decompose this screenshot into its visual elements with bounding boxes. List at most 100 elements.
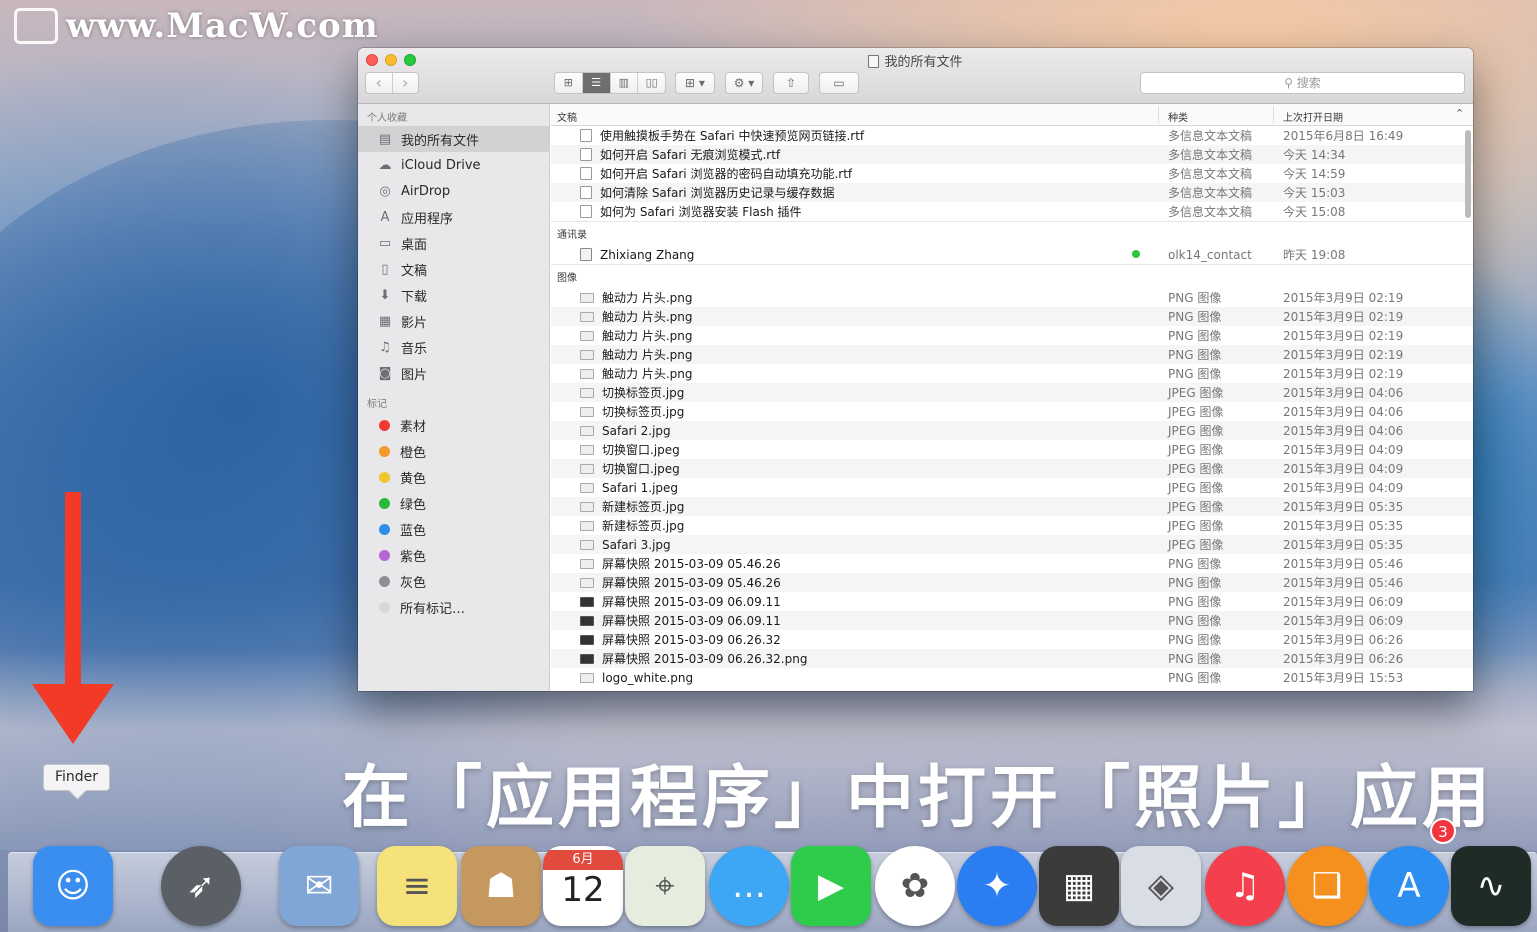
table-row[interactable]: logo_white.png PNG 图像 2015年3月9日 15:53 (551, 668, 1473, 687)
list-view-button[interactable]: ☰ (582, 73, 611, 93)
table-row[interactable]: 切换标签页.jpg JPEG 图像 2015年3月9日 04:06 (551, 383, 1473, 402)
search-input[interactable]: ⚲ 搜索 (1140, 72, 1465, 94)
file-name: 如何为 Safari 浏览器安装 Flash 插件 (600, 205, 802, 219)
sidebar-tag-4[interactable]: 蓝色 (358, 516, 549, 542)
sidebar-item-9[interactable]: ◙ 图片 (358, 360, 549, 386)
scrollbar[interactable] (1465, 130, 1471, 218)
dock-item-photos[interactable]: ✿ (870, 826, 960, 926)
sort-chevron-up-icon[interactable]: ⌃ (1455, 107, 1464, 120)
file-kind: JPEG 图像 (1168, 538, 1224, 552)
table-row[interactable]: 屏幕快照 2015-03-09 06.26.32 PNG 图像 2015年3月9日 … (551, 630, 1473, 649)
sidebar-tag-0[interactable]: 素材 (358, 412, 549, 438)
sidebar-tag-2[interactable]: 黄色 (358, 464, 549, 490)
arrange-button[interactable]: ⊞ ▾ (675, 72, 715, 94)
table-row[interactable]: 切换窗口.jpeg JPEG 图像 2015年3月9日 04:09 (551, 440, 1473, 459)
dock-item-mail-stamp[interactable]: ✉ (274, 826, 364, 926)
dock-item-notes[interactable]: ≡ (372, 826, 462, 926)
table-row[interactable]: Zhixiang Zhang olk14_contact 昨天 19:08 (551, 245, 1473, 264)
icon-view-button[interactable]: ⊞ (555, 73, 583, 93)
table-row[interactable]: 屏幕快照 2015-03-09 05.46.26 PNG 图像 2015年3月9日 … (551, 554, 1473, 573)
table-row[interactable]: 触动力 片头.png PNG 图像 2015年3月9日 02:19 (551, 307, 1473, 326)
table-row[interactable]: 触动力 片头.png PNG 图像 2015年3月9日 02:19 (551, 364, 1473, 383)
red-arrow-down-icon (32, 492, 114, 744)
dock-item-contacts[interactable]: ☗ (456, 826, 546, 926)
coverflow-view-button[interactable]: ▯▯ (638, 73, 665, 93)
file-kind: JPEG 图像 (1168, 462, 1224, 476)
table-row[interactable]: 切换标签页.jpg JPEG 图像 2015年3月9日 04:06 (551, 402, 1473, 421)
sidebar-item-1[interactable]: ☁ iCloud Drive (358, 152, 549, 178)
dock-item-itunes[interactable]: ♫ (1200, 826, 1290, 926)
sidebar-item-5[interactable]: ▯ 文稿 (358, 256, 549, 282)
column-view-button[interactable]: ▥ (611, 73, 639, 93)
table-row[interactable]: 如何为 Safari 浏览器安装 Flash 插件 多信息文本文稿 今天 15:08 (551, 202, 1473, 221)
sidebar-tag-1[interactable]: 橙色 (358, 438, 549, 464)
table-row[interactable]: 如何开启 Safari 浏览器的密码自动填充功能.rtf 多信息文本文稿 今天 14… (551, 164, 1473, 183)
sidebar-tag-7[interactable]: 所有标记… (358, 594, 549, 620)
tag-color-dot-icon (379, 445, 390, 457)
table-row[interactable]: Safari 2.jpg JPEG 图像 2015年3月9日 04:06 (551, 421, 1473, 440)
dock-item-maps[interactable]: ⌖ (620, 826, 710, 926)
file-name: 触动力 片头.png (602, 348, 693, 362)
forward-button[interactable]: › (393, 73, 419, 93)
file-date: 2015年3月9日 05:35 (1283, 500, 1404, 514)
table-row[interactable]: 屏幕快照 2015-03-09 06.09.11 PNG 图像 2015年3月9日 … (551, 592, 1473, 611)
table-row[interactable]: 屏幕快照 2015-03-09 05.46.26 PNG 图像 2015年3月9日 … (551, 573, 1473, 592)
dock-item-ibooks[interactable]: ❑ (1282, 826, 1372, 926)
dock-item-safari[interactable]: ✦ (952, 826, 1042, 926)
table-row[interactable]: 新建标签页.jpg JPEG 图像 2015年3月9日 05:35 (551, 497, 1473, 516)
dock-item-preview[interactable]: ◈ (1116, 826, 1206, 926)
column-header-name[interactable]: 文稿 (557, 109, 577, 124)
tag-button[interactable]: ▭ (819, 72, 859, 94)
file-date: 2015年3月9日 02:19 (1283, 367, 1404, 381)
sidebar-tag-3[interactable]: 绿色 (358, 490, 549, 516)
table-row[interactable]: 触动力 片头.png PNG 图像 2015年3月9日 02:19 (551, 326, 1473, 345)
sidebar-item-6[interactable]: ⬇ 下载 (358, 282, 549, 308)
table-row[interactable]: 如何清除 Safari 浏览器历史记录与缓存数据 多信息文本文稿 今天 15:03 (551, 183, 1473, 202)
file-name: 使用触摸板手势在 Safari 中快速预览网页链接.rtf (600, 129, 865, 143)
file-kind: JPEG 图像 (1168, 519, 1224, 533)
dock-item-final-cut[interactable]: ▦ (1034, 826, 1124, 926)
sidebar-item-8[interactable]: ♫ 音乐 (358, 334, 549, 360)
file-name: 屏幕快照 2015-03-09 05.46.26 (602, 576, 781, 590)
table-row[interactable]: 触动力 片头.png PNG 图像 2015年3月9日 02:19 (551, 345, 1473, 364)
table-row[interactable]: 屏幕快照 2015-03-09 06.26.32.png PNG 图像 2015年3… (551, 649, 1473, 668)
table-row[interactable]: 如何开启 Safari 无痕浏览模式.rtf 多信息文本文稿 今天 14:34 (551, 145, 1473, 164)
action-button[interactable]: ⚙ ▾ (725, 72, 763, 94)
sidebar-item-7[interactable]: ▦ 影片 (358, 308, 549, 334)
dock-item-launchpad[interactable]: ➶ (156, 826, 246, 926)
dock-item-finder[interactable]: ☺ (28, 826, 118, 926)
table-row[interactable]: 使用触摸板手势在 Safari 中快速预览网页链接.rtf 多信息文本文稿 2015… (551, 126, 1473, 145)
sidebar-item-0[interactable]: ▤ 我的所有文件 (358, 126, 549, 152)
dock-item-calendar[interactable]: 6月 12 (538, 826, 628, 926)
tag-icon: ▭ (833, 76, 845, 90)
share-button[interactable]: ⇧ (773, 72, 809, 94)
dock-item-messages[interactable]: … (704, 826, 794, 926)
table-row[interactable]: 屏幕快照 2015-03-09 06.09.11 PNG 图像 2015年3月9日 … (551, 611, 1473, 630)
sidebar-item-4[interactable]: ▭ 桌面 (358, 230, 549, 256)
sidebar-tag-6[interactable]: 灰色 (358, 568, 549, 594)
table-row[interactable]: Safari 1.jpeg JPEG 图像 2015年3月9日 04:09 (551, 478, 1473, 497)
online-status-icon (1132, 250, 1140, 258)
table-row[interactable]: 新建标签页.jpg JPEG 图像 2015年3月9日 05:35 (551, 516, 1473, 535)
table-row[interactable]: 触动力 片头.png PNG 图像 2015年3月9日 02:19 (551, 288, 1473, 307)
file-name: 触动力 片头.png (602, 329, 693, 343)
column-header-date[interactable]: 上次打开日期 (1283, 109, 1343, 124)
table-row[interactable]: Safari 3.jpg JPEG 图像 2015年3月9日 05:35 (551, 535, 1473, 554)
dock-item-activity-monitor[interactable]: ∿ (1446, 826, 1536, 926)
back-button[interactable]: ‹ (366, 73, 393, 93)
search-placeholder: 搜索 (1296, 76, 1321, 90)
image-file-icon (580, 596, 594, 607)
sidebar-tag-5[interactable]: 紫色 (358, 542, 549, 568)
file-kind: PNG 图像 (1168, 348, 1222, 362)
notepad-icon: ≡ (377, 846, 457, 926)
sidebar-item-2[interactable]: ◎ AirDrop (358, 178, 549, 204)
sidebar-item-3[interactable]: A 应用程序 (358, 204, 549, 230)
eagle-stamp-icon: ✉ (279, 846, 359, 926)
dock-item-facetime[interactable]: ▶ (786, 826, 876, 926)
file-date: 2015年3月9日 02:19 (1283, 348, 1404, 362)
column-header-kind[interactable]: 种类 (1168, 109, 1188, 124)
dock-item-app-store[interactable]: A3 (1364, 818, 1456, 926)
table-row[interactable]: 切换窗口.jpeg JPEG 图像 2015年3月9日 04:09 (551, 459, 1473, 478)
tags-list: 素材 橙色 黄色 绿色 蓝色 紫色 灰色 所有标记… (358, 412, 549, 620)
file-name: 屏幕快照 2015-03-09 06.09.11 (602, 614, 781, 628)
